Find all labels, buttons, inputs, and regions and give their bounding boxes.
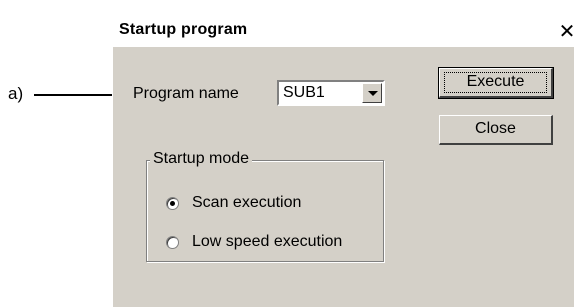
dialog-titlebar: Startup program ✕	[113, 17, 574, 47]
startup-mode-title: Startup mode	[150, 150, 253, 168]
dialog-title: Startup program	[119, 21, 248, 38]
startup-program-dialog: Startup program ✕ Program name SUB1 Exec…	[112, 16, 574, 307]
execute-button[interactable]: Execute	[438, 67, 554, 99]
low-speed-execution-radio[interactable]	[166, 236, 179, 249]
dropdown-arrow-icon[interactable]	[362, 83, 382, 103]
program-name-combobox[interactable]: SUB1	[277, 80, 385, 106]
close-button[interactable]: Close	[439, 115, 553, 145]
low-speed-execution-label[interactable]: Low speed execution	[192, 233, 342, 251]
close-icon[interactable]: ✕	[555, 19, 574, 43]
program-name-label: Program name	[133, 85, 239, 102]
scan-execution-label[interactable]: Scan execution	[192, 194, 301, 212]
callout-label: a)	[8, 84, 24, 103]
scan-execution-radio[interactable]	[166, 197, 179, 210]
program-name-value: SUB1	[283, 84, 325, 101]
